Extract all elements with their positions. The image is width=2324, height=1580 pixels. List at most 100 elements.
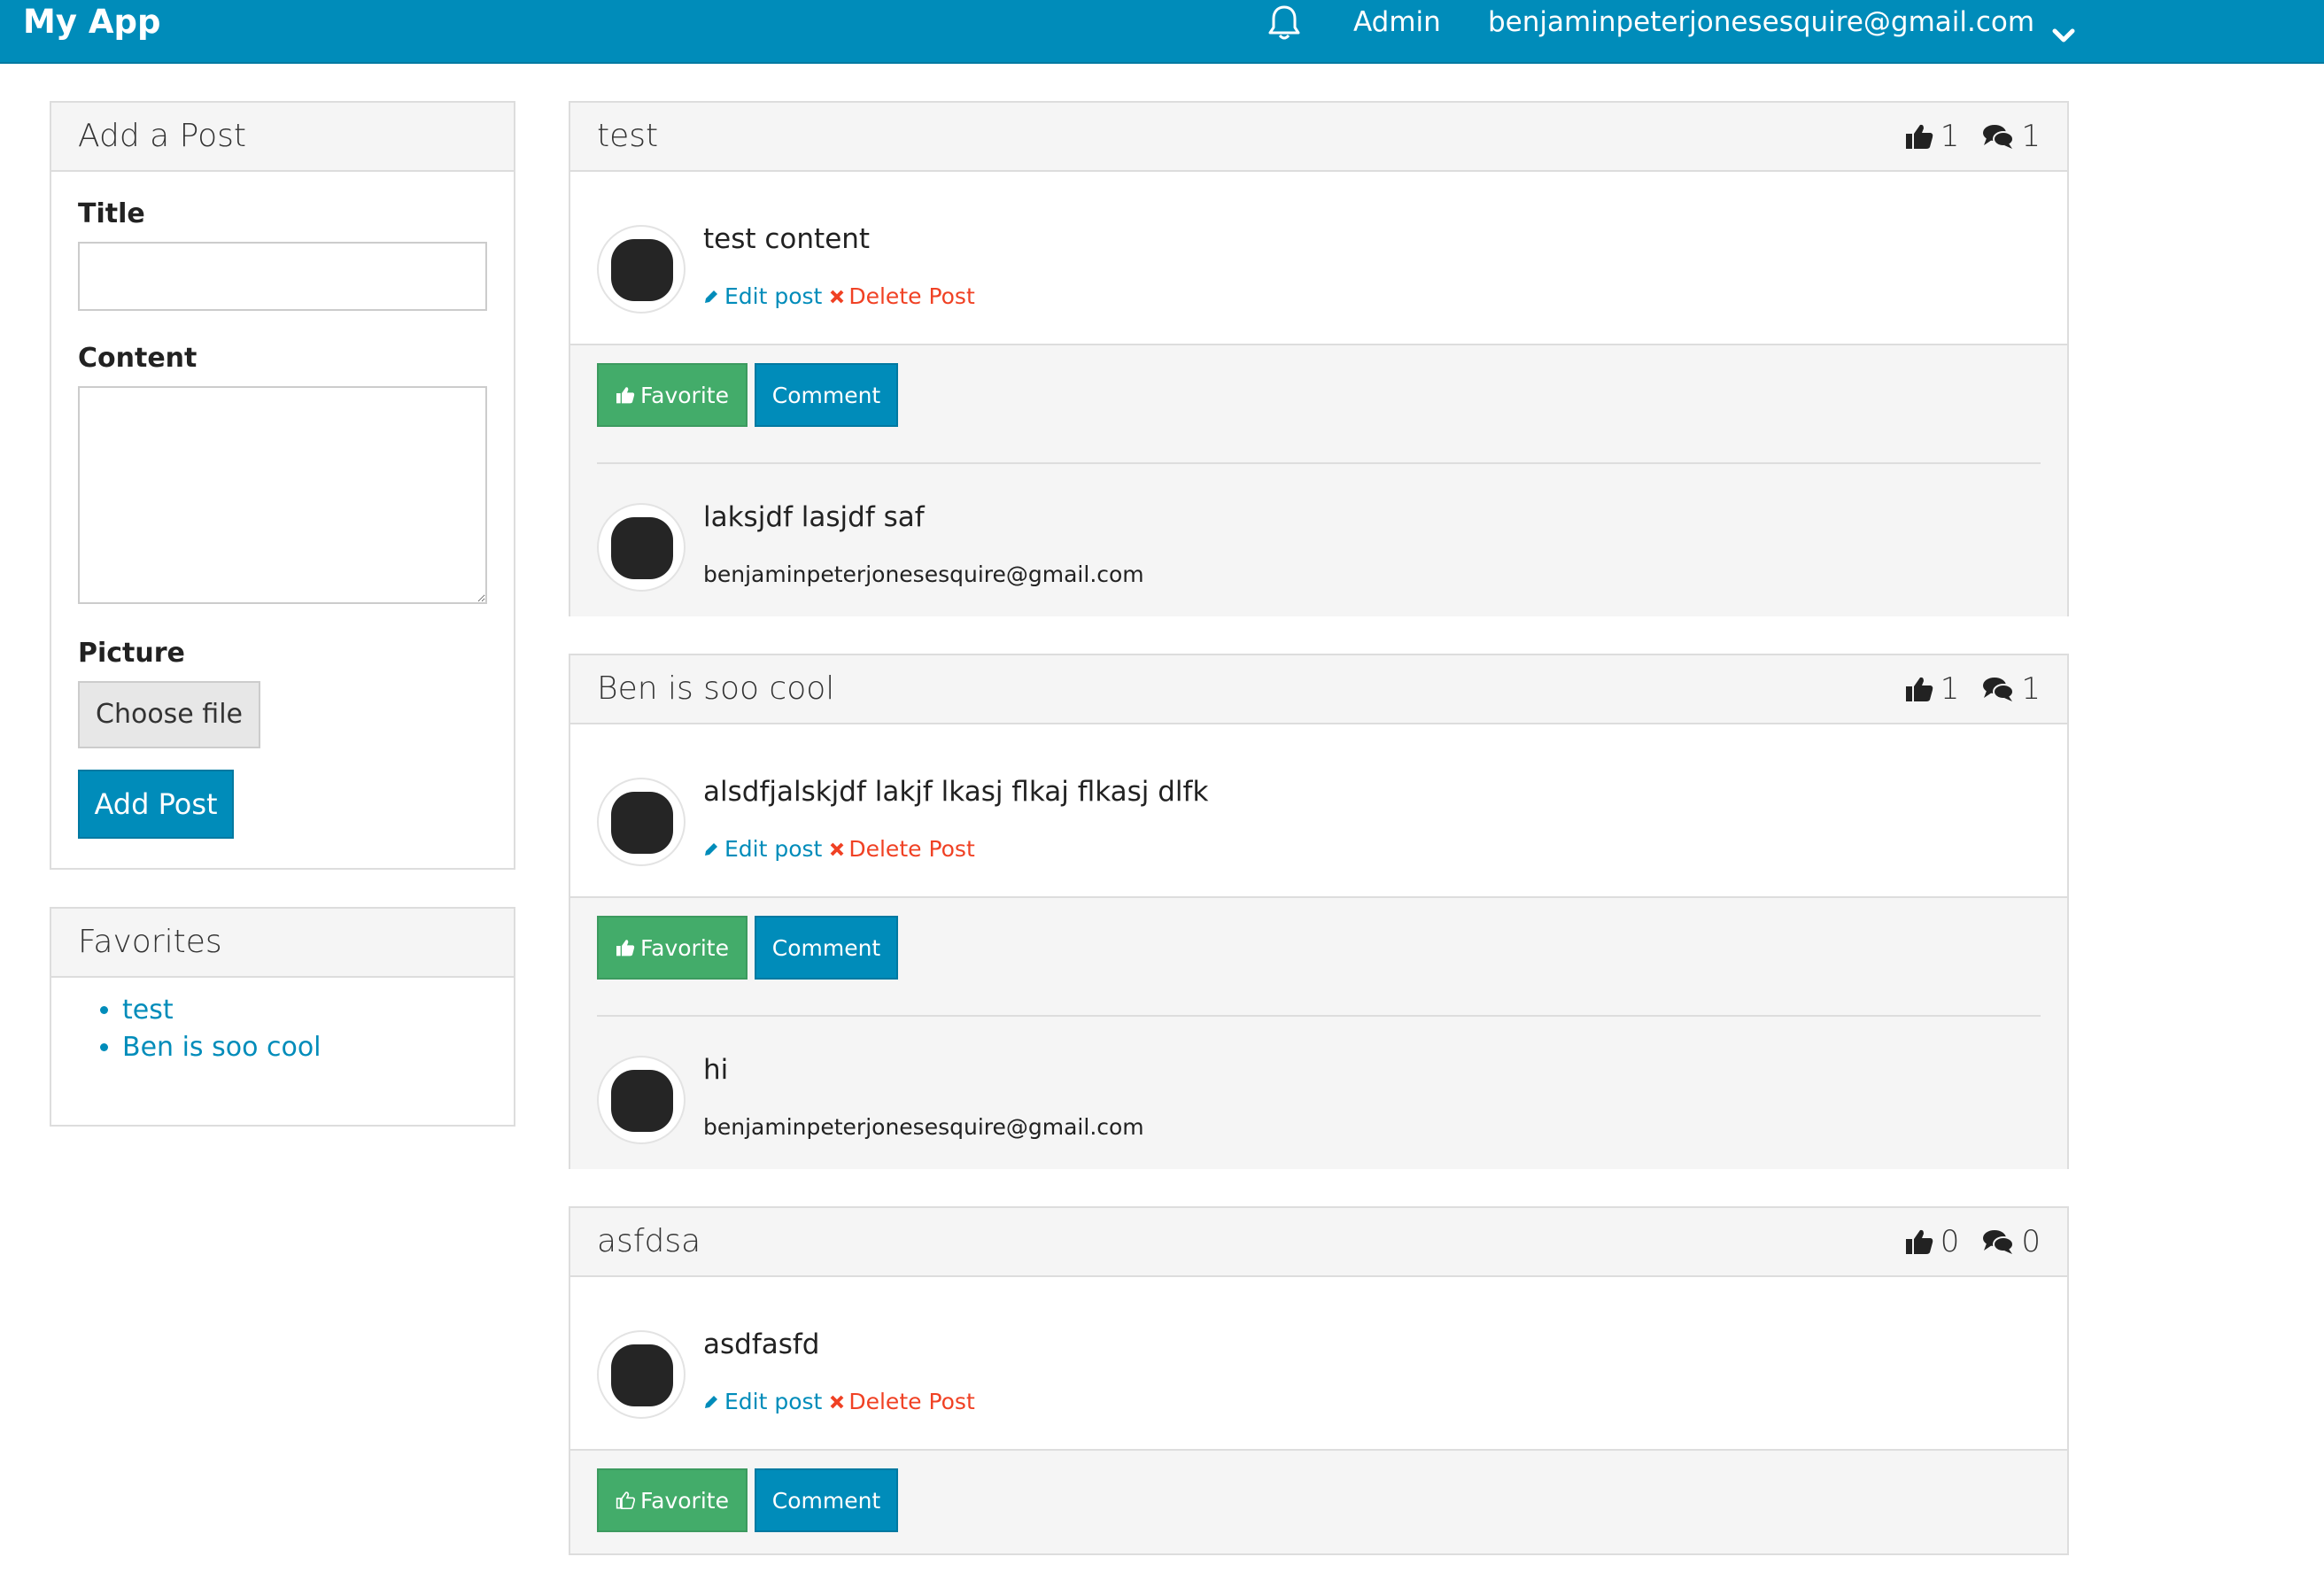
edit-post-link[interactable]: Edit post (703, 1389, 822, 1414)
likes-count: 0 (1940, 1224, 1960, 1259)
comment-text: laksjdf lasjdf saf (703, 501, 925, 533)
post-heading: asfdsa 0 0 (570, 1208, 2067, 1277)
favorite-button[interactable]: Favorite (597, 916, 748, 980)
thumbs-up-icon (1905, 1228, 1933, 1255)
close-icon (830, 842, 844, 856)
brand-logo[interactable]: My App (23, 0, 160, 44)
favorites-heading: Favorites (51, 909, 514, 978)
post-body: asdfasfd Edit post Delete Post (570, 1277, 2067, 1451)
comment-button[interactable]: Comment (755, 1468, 898, 1532)
comment-author: benjaminpeterjonesesquire@gmail.com (703, 562, 1144, 587)
avatar (597, 503, 686, 592)
post-heading: test 1 1 (570, 103, 2067, 172)
post-body: alsdfjalskjdf lakjf lkasj flkaj flkasj d… (570, 724, 2067, 898)
comment: laksjdf lasjdf saf benjaminpeterjonesesq… (597, 464, 2041, 611)
comment-text: hi (703, 1054, 729, 1086)
post-card: asfdsa 0 0 asdfasfd Edit post Delete Pos… (569, 1206, 2069, 1555)
picture-label: Picture (78, 638, 185, 669)
post-stats: 1 1 (1905, 655, 2041, 723)
edit-post-label: Edit post (724, 836, 823, 862)
thumbs-up-icon (1905, 123, 1933, 150)
favorite-link[interactable]: Ben is soo cool (122, 1032, 321, 1063)
post-heading: Ben is soo cool 1 1 (570, 655, 2067, 724)
post-title: asfdsa (597, 1223, 701, 1259)
favorite-label: Favorite (640, 934, 729, 961)
comment-button[interactable]: Comment (755, 916, 898, 980)
post-actions: Edit post Delete Post (703, 1389, 975, 1414)
content-label: Content (78, 343, 198, 374)
avatar (597, 1056, 686, 1144)
pencil-icon (705, 290, 717, 303)
post-content: asdfasfd (703, 1328, 820, 1360)
navbar: My App Admin benjaminpeterjonesesquire@g… (0, 0, 2324, 64)
bell-icon[interactable] (1267, 4, 1302, 43)
comments-count: 1 (2021, 119, 2041, 154)
edit-post-link[interactable]: Edit post (703, 283, 822, 309)
comments-icon (1982, 676, 2015, 702)
close-icon (830, 1395, 844, 1408)
favorite-item[interactable]: Ben is soo cool (122, 1029, 514, 1066)
avatar (597, 778, 686, 866)
post-title: test (597, 118, 659, 154)
post-body: test content Edit post Delete Post (570, 172, 2067, 345)
post-stats: 0 0 (1905, 1208, 2041, 1275)
favorite-label: Favorite (640, 1487, 729, 1514)
user-email: benjaminpeterjonesesquire@gmail.com (1488, 6, 2035, 38)
favorites-panel: Favorites test Ben is soo cool (50, 907, 515, 1127)
edit-post-label: Edit post (724, 1389, 823, 1414)
post-stats: 1 1 (1905, 103, 2041, 170)
post-footer: Favorite Comment (570, 1451, 2067, 1553)
add-post-heading: Add a Post (51, 103, 514, 172)
post-actions: Edit post Delete Post (703, 283, 975, 309)
post-card: Ben is soo cool 1 1 alsdfjalskjdf lakjf … (569, 654, 2069, 1169)
favorite-item[interactable]: test (122, 992, 514, 1029)
thumbs-up-icon (616, 387, 635, 404)
post-content: alsdfjalskjdf lakjf lkasj flkaj flkasj d… (703, 776, 1209, 808)
title-input[interactable] (78, 242, 487, 311)
comment: hi benjaminpeterjonesesquire@gmail.com (597, 1017, 2041, 1164)
delete-post-link[interactable]: Delete Post (829, 836, 975, 862)
choose-file-button[interactable]: Choose file (78, 681, 260, 748)
likes-count: 1 (1940, 119, 1960, 154)
favorite-link[interactable]: test (122, 995, 174, 1026)
post-actions: Edit post Delete Post (703, 836, 975, 862)
user-menu[interactable]: benjaminpeterjonesesquire@gmail.com (1488, 0, 2075, 44)
post-footer: Favorite Comment laksjdf lasjdf saf benj… (570, 345, 2067, 616)
thumbs-up-icon (1905, 676, 1933, 702)
post-title: Ben is soo cool (597, 670, 835, 707)
title-label: Title (78, 198, 145, 229)
delete-post-label: Delete Post (848, 1389, 975, 1414)
add-post-panel: Add a Post Title Content Picture Choose … (50, 101, 515, 870)
edit-post-label: Edit post (724, 283, 823, 309)
comment-author: benjaminpeterjonesesquire@gmail.com (703, 1114, 1144, 1140)
delete-post-link[interactable]: Delete Post (829, 283, 975, 309)
favorite-button[interactable]: Favorite (597, 363, 748, 427)
admin-link[interactable]: Admin (1353, 0, 1441, 44)
thumbs-up-outline-icon (616, 1491, 636, 1509)
post-content: test content (703, 223, 871, 255)
edit-post-link[interactable]: Edit post (703, 836, 822, 862)
favorite-button[interactable]: Favorite (597, 1468, 748, 1532)
delete-post-label: Delete Post (848, 836, 975, 862)
comments-count: 0 (2021, 1224, 2041, 1259)
likes-count: 1 (1940, 671, 1960, 707)
comments-icon (1982, 1228, 2015, 1255)
delete-post-label: Delete Post (848, 283, 975, 309)
chevron-down-icon (2052, 14, 2075, 42)
post-footer: Favorite Comment hi benjaminpeterjoneses… (570, 898, 2067, 1169)
close-icon (830, 290, 844, 303)
avatar (597, 1330, 686, 1419)
post-card: test 1 1 test content Edit post Delete P… (569, 101, 2069, 616)
comments-icon (1982, 123, 2015, 150)
pencil-icon (705, 1395, 717, 1408)
thumbs-up-icon (616, 940, 635, 957)
comments-count: 1 (2021, 671, 2041, 707)
pencil-icon (705, 842, 717, 856)
add-post-button[interactable]: Add Post (78, 770, 234, 839)
delete-post-link[interactable]: Delete Post (829, 1389, 975, 1414)
comment-button[interactable]: Comment (755, 363, 898, 427)
content-textarea[interactable] (78, 386, 487, 604)
favorite-label: Favorite (640, 382, 729, 408)
avatar (597, 225, 686, 314)
favorites-list: test Ben is soo cool (51, 978, 514, 1066)
